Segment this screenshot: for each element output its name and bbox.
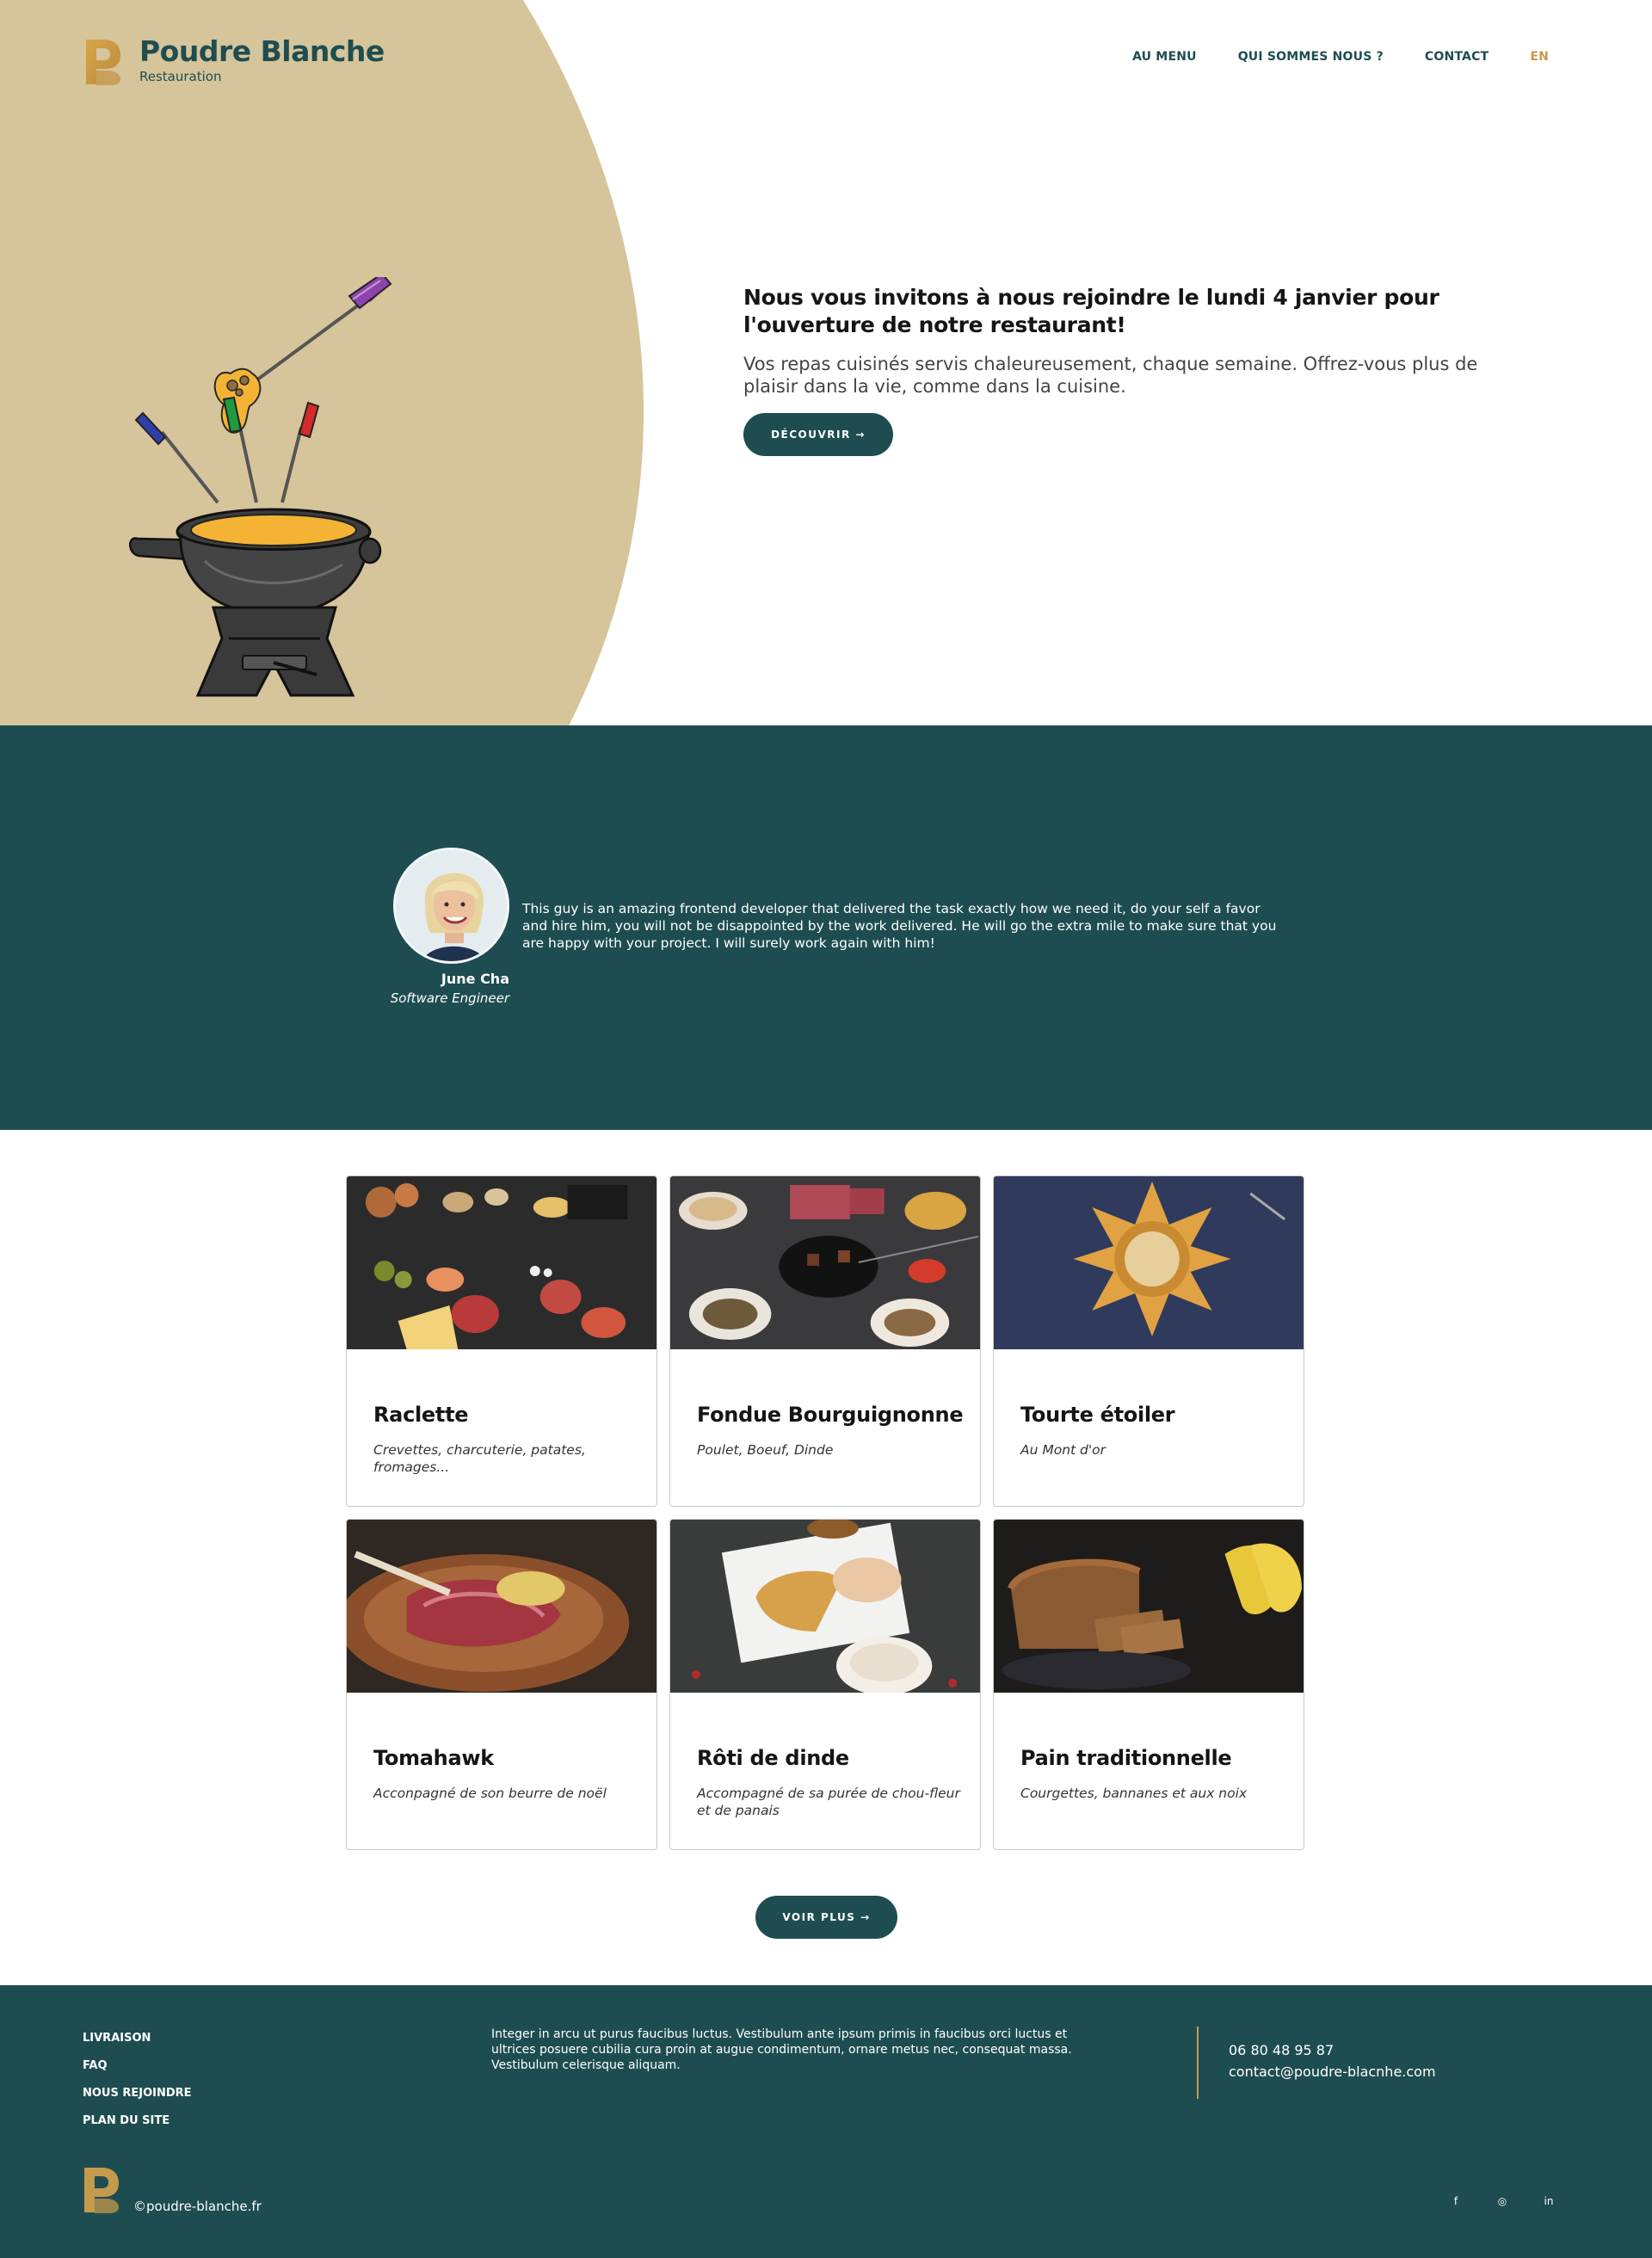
fondue-pot-illustration [129, 277, 392, 697]
dish-photo-raclette [347, 1176, 656, 1349]
avatar [393, 848, 509, 964]
person-portrait-icon [396, 850, 507, 961]
dish-title: Pain traditionnelle [1020, 1746, 1232, 1770]
dish-photo-roti-de-dinde [670, 1520, 980, 1693]
footer-links: LIVRAISON FAQ NOUS REJOINDRE PLAN DU SIT… [83, 2032, 192, 2127]
language-switch[interactable]: EN [1530, 50, 1549, 64]
dish-card-raclette[interactable]: Raclette Crevettes, charcuterie, patates… [346, 1175, 657, 1507]
facebook-icon[interactable]: f [1449, 2195, 1463, 2207]
dish-card-pain-traditionnelle[interactable]: Pain traditionnelle Courgettes, bannanes… [993, 1519, 1304, 1850]
hero-section: Poudre Blanche Restauration AU MENU QUI … [0, 0, 1652, 806]
linkedin-icon[interactable]: in [1542, 2195, 1556, 2207]
dish-title: Rôti de dinde [697, 1746, 849, 1770]
testimonial-section: This guy is an amazing frontend develope… [0, 725, 1652, 1130]
instagram-icon[interactable]: ◎ [1495, 2195, 1509, 2207]
dish-card-fondue-bourguignonne[interactable]: Fondue Bourguignonne Poulet, Boeuf, Dind… [669, 1175, 981, 1507]
discover-button[interactable]: DÉCOUVRIR → [743, 413, 893, 456]
footer-link-delivery[interactable]: LIVRAISON [83, 2032, 192, 2045]
brand-logo[interactable]: Poudre Blanche Restauration [84, 34, 385, 86]
logo-icon [86, 40, 120, 85]
dish-card-tourte-etoiler[interactable]: Tourte étoiler Au Mont d'or [993, 1175, 1304, 1507]
footer-link-sitemap[interactable]: PLAN DU SITE [83, 2114, 192, 2127]
dish-title: Tourte étoiler [1020, 1403, 1175, 1427]
footer-link-faq[interactable]: FAQ [83, 2059, 192, 2072]
footer-logo-icon [84, 2168, 119, 2213]
dish-title: Tomahawk [373, 1746, 494, 1770]
dish-description: Acconpagné de son beurre de noël [373, 1786, 607, 1801]
dish-description: Courgettes, bannanes et aux noix [1020, 1786, 1248, 1801]
hero-description: Vos repas cuisinés servis chaleureusemen… [743, 354, 1478, 397]
footer-text: Integer in arcu ut purus faucibus luctus… [491, 2027, 1072, 2072]
dish-card-tomahawk[interactable]: Tomahawk Acconpagné de son beurre de noë… [346, 1519, 657, 1850]
social-links: f ◎ in [1449, 2195, 1556, 2207]
dish-description: Accompagné de sa purée de chou-fleur et … [697, 1786, 960, 1818]
testimonial-author: June Cha [441, 971, 509, 987]
dish-card-roti-de-dinde[interactable]: Rôti de dinde Accompagné de sa purée de … [669, 1519, 981, 1850]
footer-phone[interactable]: 06 80 48 95 87 [1229, 2042, 1334, 2058]
nav-item-menu[interactable]: AU MENU [1132, 50, 1197, 64]
footer-email[interactable]: contact@poudre-blacnhe.com [1229, 2064, 1436, 2080]
hero-title: Nous vous invitons à nous rejoindre le l… [743, 285, 1439, 337]
dish-title: Raclette [373, 1403, 469, 1427]
brand-tagline: Restauration [139, 69, 222, 84]
main-nav: AU MENU QUI SOMMES NOUS ? CONTACT EN [1132, 50, 1549, 64]
dish-photo-tourte-etoiler [994, 1176, 1304, 1349]
nav-item-contact[interactable]: CONTACT [1425, 50, 1489, 64]
dish-photo-pain-traditionnelle [994, 1520, 1304, 1693]
dish-photo-fondue-bourguignonne [670, 1176, 980, 1349]
testimonial-quote: This guy is an amazing frontend develope… [522, 901, 1277, 951]
dish-description: Au Mont d'or [1020, 1442, 1106, 1458]
footer-copyright: ©poudre-blanche.fr [133, 2199, 262, 2214]
hero-content: Nous vous invitons à nous rejoindre le l… [743, 284, 1483, 456]
nav-item-about[interactable]: QUI SOMMES NOUS ? [1238, 50, 1384, 64]
footer-divider [1197, 2027, 1199, 2099]
dish-photo-tomahawk [347, 1520, 656, 1693]
dish-title: Fondue Bourguignonne [697, 1403, 964, 1427]
brand-name: Poudre Blanche [139, 34, 385, 68]
see-more-button[interactable]: VOIR PLUS → [755, 1896, 897, 1939]
footer-link-join[interactable]: NOUS REJOINDRE [83, 2087, 192, 2100]
dish-grid: Raclette Crevettes, charcuterie, patates… [346, 1175, 1306, 1850]
dish-description: Poulet, Boeuf, Dinde [697, 1442, 834, 1458]
dish-description: Crevettes, charcuterie, patates, fromage… [373, 1442, 586, 1475]
site-footer: LIVRAISON FAQ NOUS REJOINDRE PLAN DU SIT… [0, 1985, 1652, 2258]
testimonial-role: Software Engineer [390, 990, 509, 1006]
